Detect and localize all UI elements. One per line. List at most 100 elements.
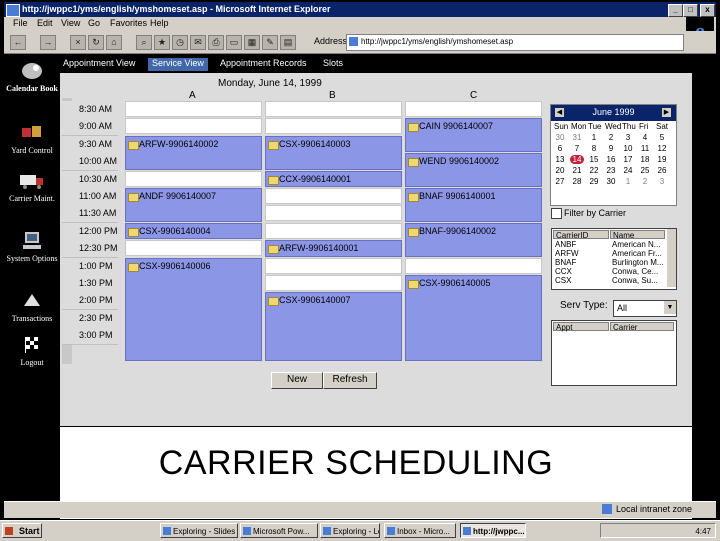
carrier-id-cell[interactable]: CCX	[555, 267, 572, 276]
calendar-day[interactable]: 27	[553, 177, 567, 186]
calendar-day[interactable]: 26	[655, 166, 669, 175]
schedule-cell[interactable]	[125, 101, 262, 117]
address-input[interactable]: http://jwppc1/yms/english/ymshomeset.asp	[346, 34, 684, 51]
calendar-day[interactable]: 30	[553, 133, 567, 142]
carrier-name-cell[interactable]: American Fr...	[612, 249, 662, 258]
carrier-name-header[interactable]: Name	[610, 230, 665, 240]
sidebar-item-system-options[interactable]: System Options	[4, 230, 60, 263]
calendar-day[interactable]: 21	[570, 166, 584, 175]
carrier-id-header[interactable]: CarrierID	[553, 230, 609, 240]
schedule-cell[interactable]	[265, 275, 402, 291]
carrier-name-cell[interactable]: Burlington M...	[612, 258, 664, 267]
back-icon[interactable]: ←	[10, 35, 26, 50]
refresh-button[interactable]: Refresh	[323, 372, 377, 389]
schedule-cell[interactable]	[125, 170, 262, 187]
task-powerpoint[interactable]: Microsoft Pow...	[240, 523, 318, 538]
new-button[interactable]: New	[271, 372, 323, 389]
chevron-down-icon[interactable]: ▼	[664, 301, 676, 314]
calendar-day[interactable]: 2	[604, 133, 618, 142]
calendar-day[interactable]: 25	[638, 166, 652, 175]
minimize-button[interactable]: _	[668, 4, 683, 17]
appointment-list[interactable]: Appt Carrier	[551, 320, 677, 386]
calendar-day[interactable]: 5	[655, 133, 669, 142]
discuss-icon[interactable]: ▤	[280, 35, 296, 50]
prev-month-button[interactable]: ◀	[555, 108, 564, 117]
clock[interactable]: 4:47	[695, 524, 711, 537]
calendar-day[interactable]: 28	[570, 177, 584, 186]
home-icon[interactable]: ⌂	[106, 35, 122, 50]
task-inbox[interactable]: Inbox - Micro...	[384, 523, 456, 538]
next-month-button[interactable]: ▶	[662, 108, 671, 117]
appointment-block[interactable]: CSX-9906140006	[125, 257, 262, 361]
calendar-day[interactable]: 19	[655, 155, 669, 164]
carrier-name-cell[interactable]: Conwa, Su...	[612, 276, 658, 285]
search-icon[interactable]: ⌕	[136, 35, 152, 50]
calendar-day[interactable]: 15	[587, 155, 601, 164]
menu-file[interactable]: File	[13, 18, 28, 28]
tab-slots[interactable]: Slots	[323, 58, 343, 71]
calendar-day[interactable]: 1	[621, 177, 635, 186]
sidebar-item-carrier-maint[interactable]: Carrier Maint.	[4, 170, 60, 203]
calendar-day[interactable]: 30	[604, 177, 618, 186]
carrier-list-scrollbar[interactable]	[667, 229, 676, 287]
menu-go[interactable]: Go	[88, 18, 100, 28]
schedule-cell[interactable]	[265, 188, 402, 204]
appointment-block[interactable]: CAIN 9906140007	[405, 118, 542, 153]
schedule-cell[interactable]	[265, 205, 402, 222]
appointment-block[interactable]: WEND 9906140002	[405, 153, 542, 187]
calendar-day[interactable]: 23	[604, 166, 618, 175]
calendar-day[interactable]: 24	[621, 166, 635, 175]
start-button[interactable]: Start	[2, 523, 42, 538]
schedule-cell[interactable]	[265, 257, 402, 274]
mail-icon[interactable]: ✉	[190, 35, 206, 50]
carrier-id-cell[interactable]: ANBF	[555, 240, 576, 249]
schedule-cell[interactable]	[265, 101, 402, 117]
tab-service-view[interactable]: Service View	[148, 58, 208, 71]
print-icon[interactable]: ⎙	[208, 35, 224, 50]
sidebar-item-calendar-book[interactable]: Calendar Book	[4, 60, 60, 93]
calendar-day[interactable]: 7	[570, 144, 584, 153]
calendar-day[interactable]: 4	[638, 133, 652, 142]
carrier-list[interactable]: CarrierID Name ANBF American N... ARFW Amer…	[551, 228, 677, 290]
menu-favorites[interactable]: Favorites	[110, 18, 147, 28]
channels-icon[interactable]: ▦	[244, 35, 260, 50]
sidebar-item-transactions[interactable]: Transactions	[4, 290, 60, 323]
carrier-name-cell[interactable]: American N...	[612, 240, 660, 249]
appointment-block[interactable]: CSX-9906140003	[265, 135, 402, 170]
stop-icon[interactable]: ×	[70, 35, 86, 50]
history-icon[interactable]: ◷	[172, 35, 188, 50]
calendar-day[interactable]: 1	[587, 133, 601, 142]
sidebar-item-logout[interactable]: Logout	[4, 334, 60, 367]
calendar-day[interactable]: 9	[604, 144, 618, 153]
edit-icon[interactable]: ✎	[262, 35, 278, 50]
appointment-block[interactable]: BNAF-9906140002	[405, 222, 542, 257]
menu-view[interactable]: View	[61, 18, 80, 28]
calendar-day[interactable]: 31	[570, 133, 584, 142]
carrier-id-cell[interactable]: CSX	[555, 276, 571, 285]
calendar-day[interactable]: 14	[570, 155, 584, 164]
calendar-day[interactable]: 6	[553, 144, 567, 153]
carrier-id-cell[interactable]: BNAF	[555, 258, 576, 267]
calendar-day[interactable]: 13	[553, 155, 567, 164]
menu-help[interactable]: Help	[150, 18, 169, 28]
calendar-day[interactable]: 16	[604, 155, 618, 164]
schedule-cell[interactable]	[405, 101, 542, 117]
tab-appointment-view[interactable]: Appointment View	[63, 58, 135, 71]
appointment-block[interactable]: ARFW-9906140002	[125, 135, 262, 170]
calendar-day[interactable]: 20	[553, 166, 567, 175]
appointment-block[interactable]: BNAF 9906140001	[405, 188, 542, 222]
tab-appointment-records[interactable]: Appointment Records	[220, 58, 307, 71]
appointment-block[interactable]: CSX-9906140004	[125, 222, 262, 240]
window-title-bar[interactable]: http://jwppc1/yms/english/ymshomeset.asp…	[4, 2, 716, 17]
service-type-select[interactable]: All ▼	[613, 300, 677, 317]
maximize-button[interactable]: □	[683, 4, 698, 17]
fullscreen-icon[interactable]: ▭	[226, 35, 242, 50]
appt-header[interactable]: Appt	[553, 322, 609, 332]
appointment-block[interactable]: ARFW-9906140001	[265, 240, 402, 257]
appointment-block[interactable]: CSX-9906140007	[265, 292, 402, 361]
task-ie[interactable]: http://jwppc...	[460, 523, 526, 538]
calendar-day[interactable]: 29	[587, 177, 601, 186]
task-exploring-slides[interactable]: Exploring - Slides	[160, 523, 238, 538]
calendar-day[interactable]: 11	[638, 144, 652, 153]
schedule-cell[interactable]	[125, 240, 262, 257]
